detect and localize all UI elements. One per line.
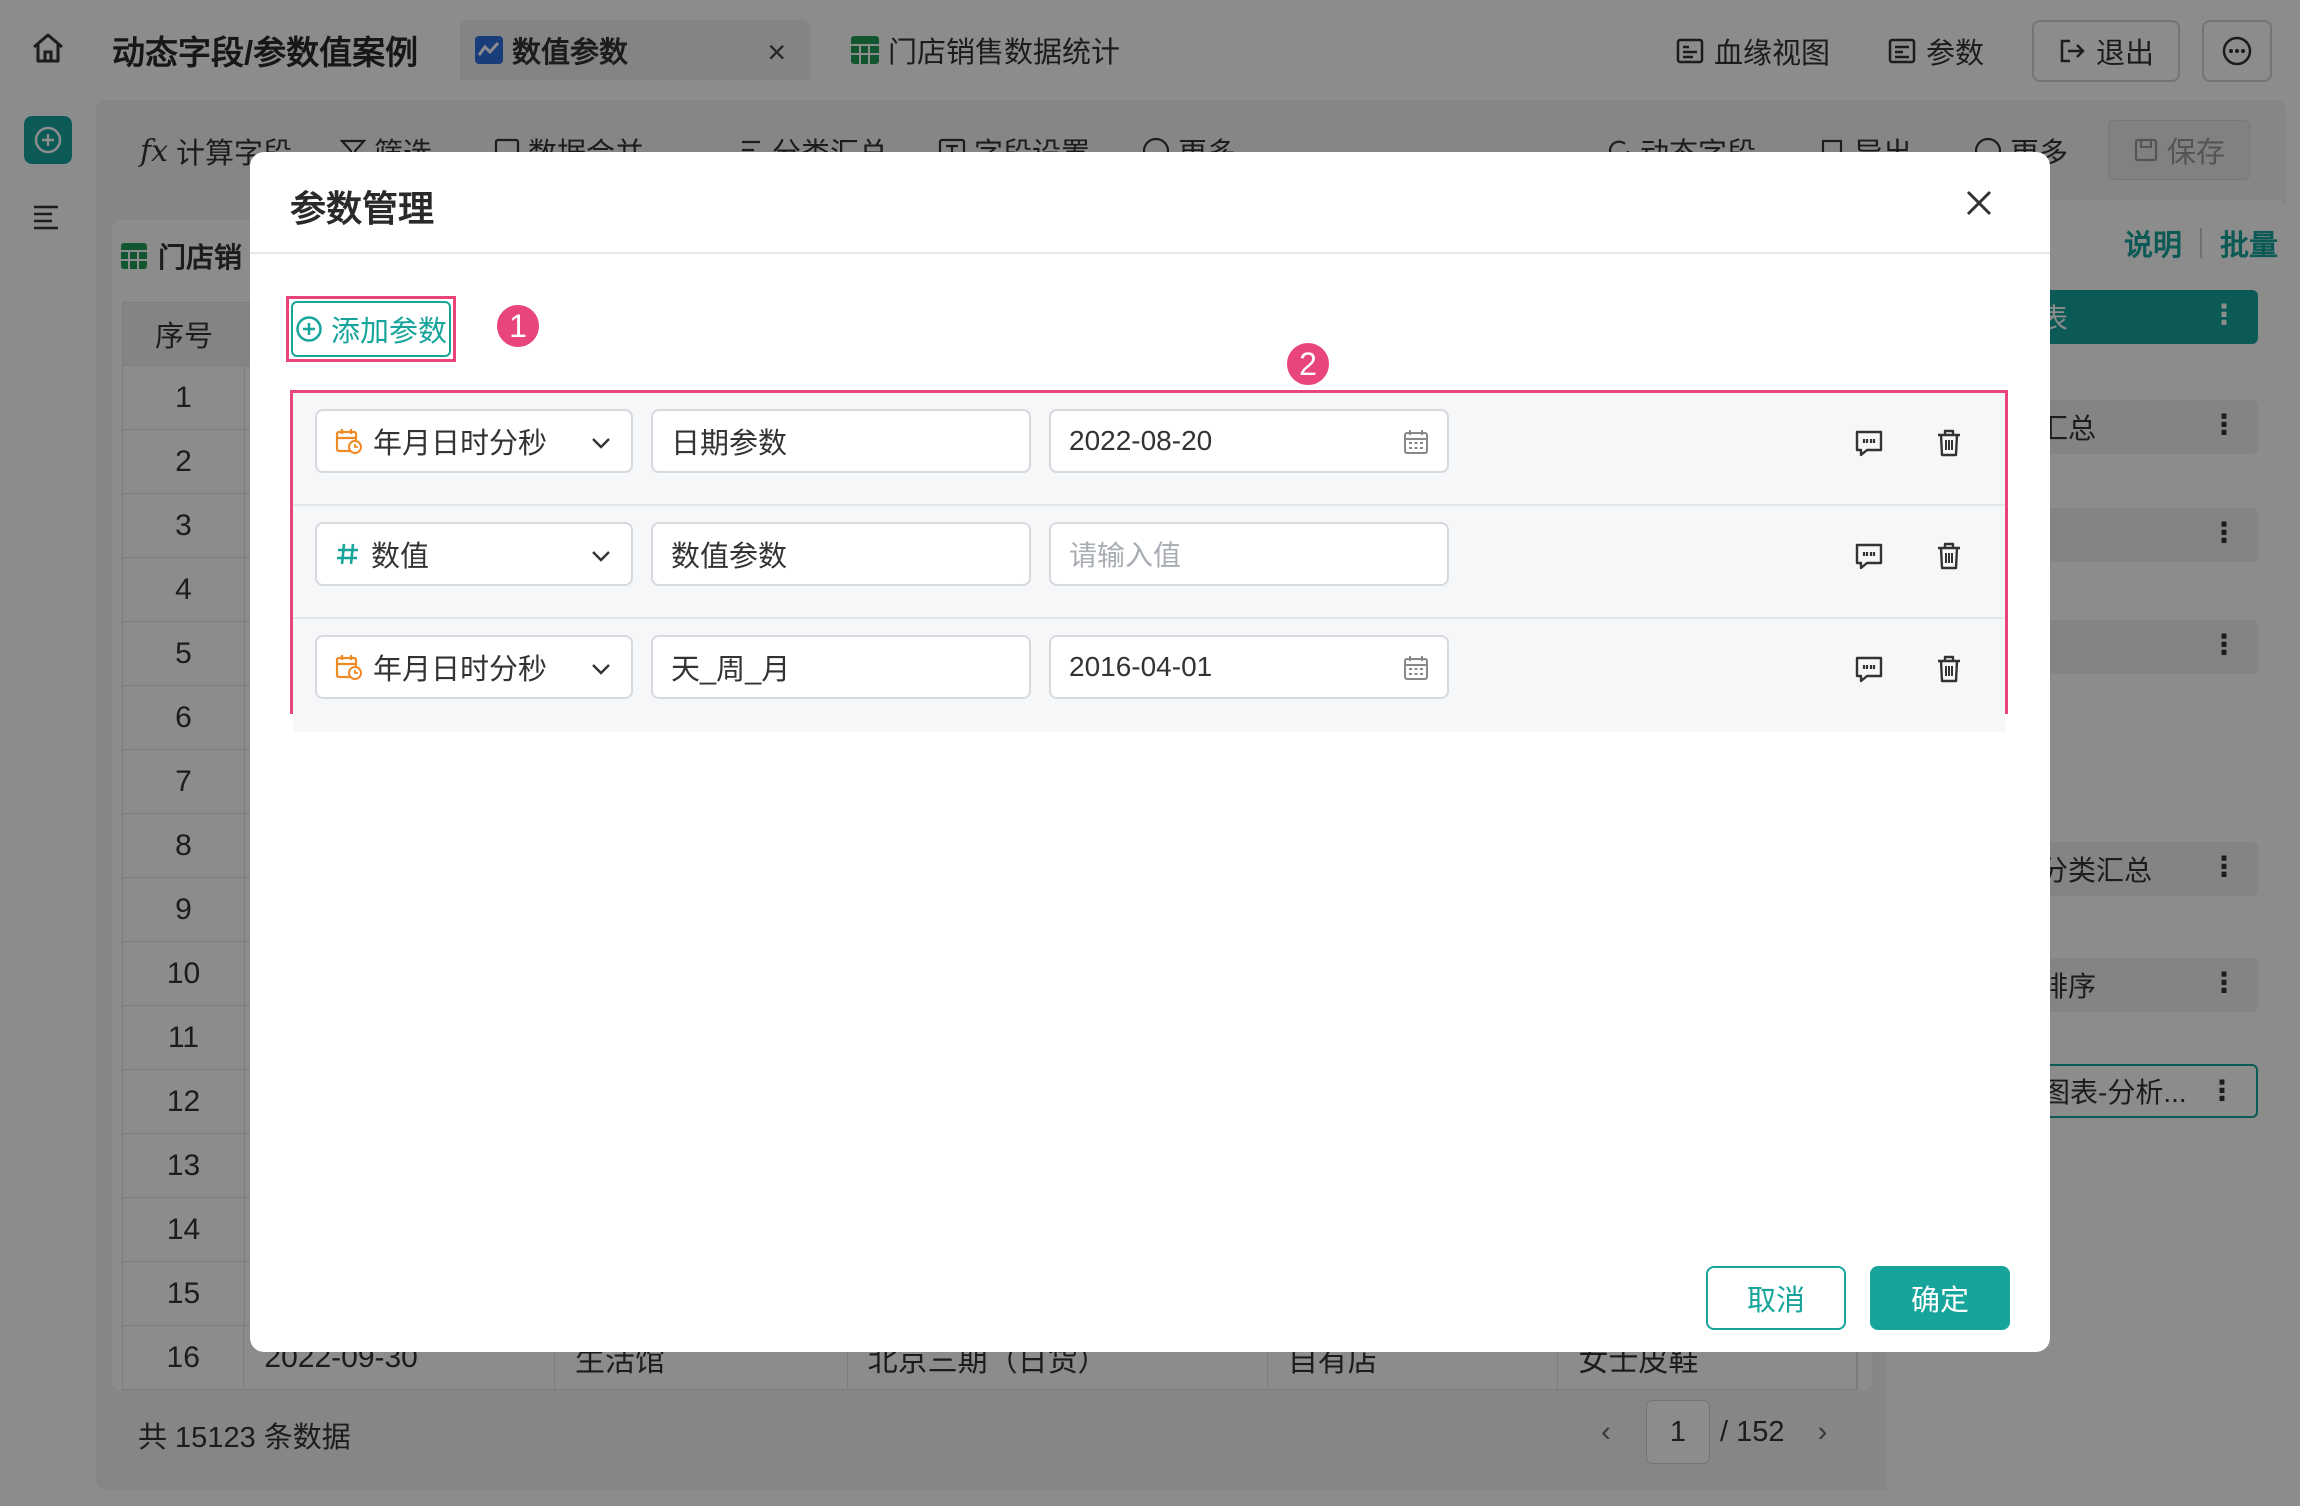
comment-icon[interactable] <box>1853 540 1885 572</box>
close-icon[interactable] <box>1962 186 1996 220</box>
calendar-clock-icon <box>335 427 363 455</box>
param-row: 年月日时分秒 天_周_月 2016-04-01 <box>293 619 2005 732</box>
param-type-label: 数值 <box>371 541 430 573</box>
param-date-input[interactable]: 2022-08-20 <box>1049 409 1449 473</box>
hash-icon <box>335 541 361 567</box>
param-row: 数值 数值参数 请输入值 <box>293 506 2005 619</box>
chevron-down-icon <box>589 657 613 681</box>
param-value-input[interactable]: 请输入值 <box>1049 522 1449 586</box>
trash-icon[interactable] <box>1933 653 1965 685</box>
confirm-button[interactable]: 确定 <box>1870 1266 2010 1330</box>
comment-icon[interactable] <box>1853 653 1885 685</box>
param-name-input[interactable]: 数值参数 <box>651 522 1031 586</box>
param-name-input[interactable]: 日期参数 <box>651 409 1031 473</box>
param-value-text: 2016-04-01 <box>1069 651 1213 682</box>
param-management-dialog: 参数管理 添加参数 1 2 年月日时分秒 日期参数 2022-08-20 数值 数值参数… <box>250 152 2050 1352</box>
param-type-select[interactable]: 年月日时分秒 <box>315 409 633 473</box>
add-param-button[interactable]: 添加参数 <box>291 301 451 357</box>
param-type-select[interactable]: 年月日时分秒 <box>315 635 633 699</box>
annotation-badge-2: 2 <box>1284 340 1332 388</box>
dialog-header: 参数管理 <box>250 152 2050 254</box>
dialog-title: 参数管理 <box>290 188 435 229</box>
chevron-down-icon <box>589 544 613 568</box>
comment-icon[interactable] <box>1853 427 1885 459</box>
param-type-select[interactable]: 数值 <box>315 522 633 586</box>
annotation-badge-1: 1 <box>494 302 542 350</box>
add-param-highlight: 添加参数 <box>286 296 456 362</box>
chevron-down-icon <box>589 431 613 455</box>
param-type-label: 年月日时分秒 <box>373 428 548 460</box>
param-date-input[interactable]: 2016-04-01 <box>1049 635 1449 699</box>
add-param-label: 添加参数 <box>330 316 447 348</box>
param-value-text: 2022-08-20 <box>1069 425 1213 456</box>
param-name-input[interactable]: 天_周_月 <box>651 635 1031 699</box>
trash-icon[interactable] <box>1933 540 1965 572</box>
param-list: 年月日时分秒 日期参数 2022-08-20 数值 数值参数 请输入值 年月日时分秒 天_周_… <box>290 390 2008 732</box>
plus-circle-icon <box>296 316 322 342</box>
cancel-button[interactable]: 取消 <box>1706 1266 1846 1330</box>
calendar-icon[interactable] <box>1403 429 1429 455</box>
calendar-icon[interactable] <box>1403 655 1429 681</box>
calendar-clock-icon <box>335 653 363 681</box>
param-type-label: 年月日时分秒 <box>373 654 548 686</box>
param-value-placeholder: 请输入值 <box>1069 540 1182 571</box>
param-row: 年月日时分秒 日期参数 2022-08-20 <box>293 393 2005 506</box>
trash-icon[interactable] <box>1933 427 1965 459</box>
